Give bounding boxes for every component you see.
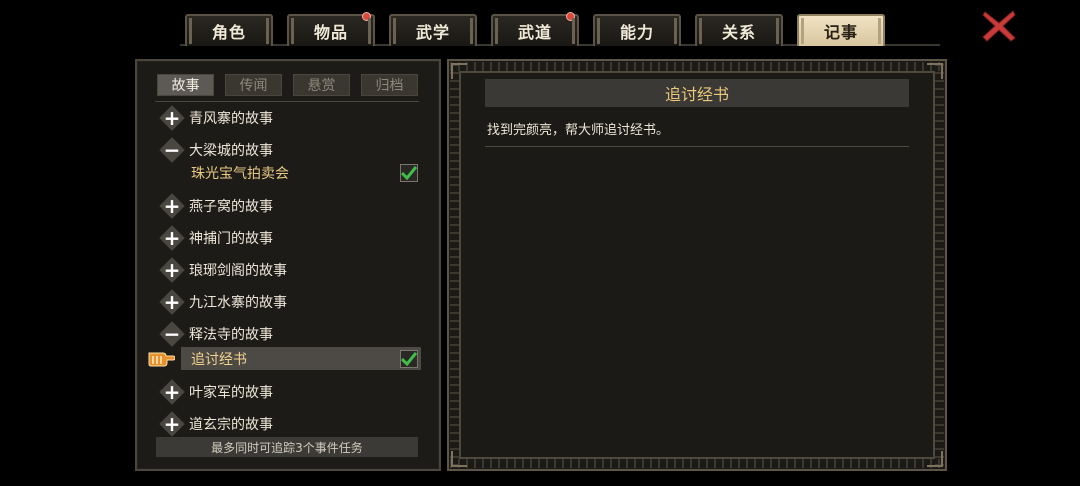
story-item-daliang[interactable]: − 大梁城的故事 xyxy=(159,139,273,161)
quest-item-recover-scripture[interactable]: 追讨经书 xyxy=(191,348,247,370)
story-item-shenbumen[interactable]: + 神捕门的故事 xyxy=(159,227,273,249)
story-title: 琅琊剑阁的故事 xyxy=(189,263,287,279)
story-list-panel: 故事 传闻 悬赏 归档 + 青风寨的故事 − 大梁城的故事 珠光宝气拍卖会 + … xyxy=(135,59,441,471)
tab-martial-arts[interactable]: 武学 xyxy=(389,14,477,46)
subtab-divider xyxy=(155,101,419,102)
story-title: 大梁城的故事 xyxy=(189,143,273,159)
story-item-daoxuanzong[interactable]: + 道玄宗的故事 xyxy=(159,413,273,435)
quest-detail-panel: 追讨经书 找到完颜亮，帮大师追讨经书。 xyxy=(447,59,947,471)
story-title: 燕子窝的故事 xyxy=(189,199,273,215)
story-title: 叶家军的故事 xyxy=(189,385,273,401)
notification-badge xyxy=(362,12,371,21)
tab-label: 武学 xyxy=(415,23,450,42)
story-title: 青风寨的故事 xyxy=(189,111,273,127)
expand-icon: + xyxy=(159,411,185,437)
quest-detail-description: 找到完颜亮，帮大师追讨经书。 xyxy=(487,123,670,138)
pointing-hand-icon xyxy=(148,352,175,367)
tab-items[interactable]: 物品 xyxy=(287,12,375,46)
subtab-label: 归档 xyxy=(375,78,404,94)
close-icon xyxy=(982,10,1016,42)
corner-ornament xyxy=(927,63,943,79)
border-pattern xyxy=(450,459,942,468)
corner-ornament xyxy=(451,451,467,467)
expand-icon: + xyxy=(159,105,185,131)
story-title: 释法寺的故事 xyxy=(189,327,273,343)
story-item-qingfeng[interactable]: + 青风寨的故事 xyxy=(159,107,273,129)
journal-subtabs: 故事 传闻 悬赏 归档 xyxy=(157,74,418,96)
subtab-label: 悬赏 xyxy=(307,78,336,94)
expand-icon: + xyxy=(159,379,185,405)
subtab-label: 故事 xyxy=(171,78,200,94)
story-item-jiujiang[interactable]: + 九江水寨的故事 xyxy=(159,291,287,313)
border-pattern xyxy=(450,62,459,466)
border-pattern xyxy=(450,62,942,71)
expand-icon: + xyxy=(159,257,185,283)
subtab-stories[interactable]: 故事 xyxy=(157,74,214,96)
expand-icon: + xyxy=(159,225,185,251)
story-title: 道玄宗的故事 xyxy=(189,417,273,433)
subtab-label: 传闻 xyxy=(239,78,268,94)
quest-title: 追讨经书 xyxy=(191,352,247,368)
expand-icon: + xyxy=(159,289,185,315)
checkmark-icon xyxy=(401,352,417,366)
track-checkbox[interactable] xyxy=(400,164,418,182)
story-title: 九江水寨的故事 xyxy=(189,295,287,311)
tab-abilities[interactable]: 能力 xyxy=(593,14,681,46)
tab-label: 记事 xyxy=(823,23,858,42)
collapse-icon: − xyxy=(159,321,185,347)
story-title: 神捕门的故事 xyxy=(189,231,273,247)
tab-character[interactable]: 角色 xyxy=(185,14,273,46)
notification-badge xyxy=(566,12,575,21)
quest-title: 珠光宝气拍卖会 xyxy=(191,166,289,182)
corner-ornament xyxy=(451,63,467,79)
tracking-limit-note: 最多同时可追踪3个事件任务 xyxy=(156,437,418,457)
subtab-bounties[interactable]: 悬赏 xyxy=(293,74,350,96)
story-item-langya[interactable]: + 琅琊剑阁的故事 xyxy=(159,259,287,281)
checkmark-icon xyxy=(401,166,417,180)
tab-martial-path[interactable]: 武道 xyxy=(491,12,579,46)
story-item-yanziwo[interactable]: + 燕子窝的故事 xyxy=(159,195,273,217)
tab-label: 物品 xyxy=(313,23,348,42)
track-checkbox[interactable] xyxy=(400,350,418,368)
border-pattern xyxy=(935,62,944,466)
tab-journal[interactable]: 记事 xyxy=(797,14,885,46)
quest-detail-title: 追讨经书 xyxy=(485,79,909,107)
tab-label: 武道 xyxy=(517,23,552,42)
story-item-shifasi[interactable]: − 释法寺的故事 xyxy=(159,323,273,345)
quest-item-auction[interactable]: 珠光宝气拍卖会 xyxy=(191,162,289,184)
collapse-icon: − xyxy=(159,137,185,163)
close-button[interactable] xyxy=(980,8,1018,44)
subtab-archive[interactable]: 归档 xyxy=(361,74,418,96)
corner-ornament xyxy=(927,451,943,467)
story-item-yejiajun[interactable]: + 叶家军的故事 xyxy=(159,381,273,403)
tab-label: 角色 xyxy=(211,23,246,42)
expand-icon: + xyxy=(159,193,185,219)
tab-label: 能力 xyxy=(619,23,654,42)
subtab-rumors[interactable]: 传闻 xyxy=(225,74,282,96)
detail-divider xyxy=(485,146,909,147)
tab-label: 关系 xyxy=(721,23,756,42)
tab-relations[interactable]: 关系 xyxy=(695,14,783,46)
